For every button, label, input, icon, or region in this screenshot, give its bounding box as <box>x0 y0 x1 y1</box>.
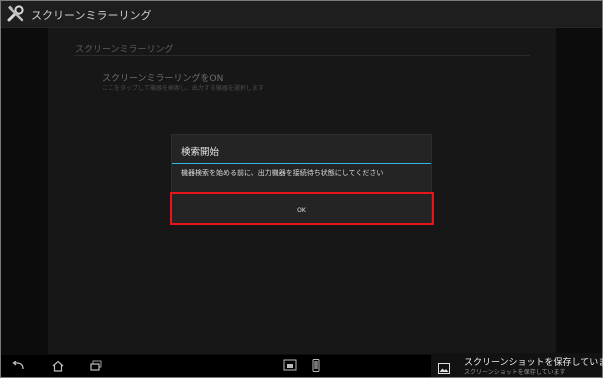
section-header: スクリーンミラーリング <box>75 45 174 55</box>
notification-subtitle: スクリーンショットを保存しています <box>464 369 566 376</box>
back-icon[interactable] <box>7 357 29 375</box>
tools-icon[interactable] <box>7 5 25 23</box>
screenshot-icon <box>438 359 450 374</box>
ok-button-label: OK <box>297 207 306 214</box>
screen-mirroring-toggle-summary: ここをタップして機器を検索し、出力する機器を選択します <box>102 85 264 92</box>
screenshot-notification[interactable]: スクリーンショットを保存していま スクリーンショットを保存しています <box>431 353 603 377</box>
dialog-title-divider <box>172 163 431 164</box>
recent-apps-icon[interactable] <box>85 357 107 375</box>
phone-icon[interactable] <box>309 358 323 372</box>
app-title: スクリーンミラーリング <box>31 9 152 22</box>
ok-button[interactable]: OK <box>172 192 431 223</box>
small-app-icon[interactable] <box>283 358 297 372</box>
home-icon[interactable] <box>47 357 69 375</box>
dialog-title: 検索開始 <box>181 147 220 158</box>
dialog-message: 機器検索を始める前に、出力機器を接続待ち状態にしてください <box>181 169 384 177</box>
action-bar: スクリーンミラーリング <box>1 1 602 28</box>
section-divider <box>74 55 530 56</box>
